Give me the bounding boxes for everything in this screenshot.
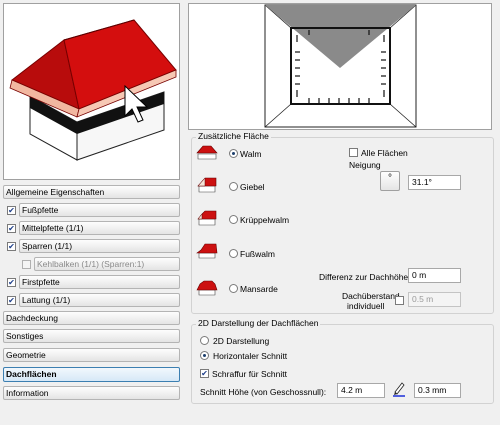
degree-unit-button[interactable]: ° bbox=[380, 171, 400, 191]
nav-lattung[interactable]: Lattung (1/1) bbox=[19, 293, 180, 307]
fusspfette-checkbox[interactable]: ✔ bbox=[7, 206, 16, 215]
fusswalm-label: Fußwalm bbox=[240, 249, 275, 259]
neigung-input[interactable]: 31.1° bbox=[408, 175, 461, 190]
kehlbalken-checkbox[interactable] bbox=[22, 260, 31, 269]
nav-dachdeckung[interactable]: Dachdeckung bbox=[3, 311, 180, 325]
ueberstand-label-1: Dachüberstand bbox=[342, 291, 400, 301]
ueberstand-input[interactable]: 0.5 m bbox=[408, 292, 461, 307]
differenz-label: Differenz zur Dachhöhe bbox=[319, 272, 409, 282]
mittelpfette-checkbox[interactable]: ✔ bbox=[7, 224, 16, 233]
schraffur-label: Schraffur für Schnitt bbox=[212, 369, 287, 379]
walm-roof-icon bbox=[196, 145, 218, 160]
zusaetzliche-flaeche-title: Zusätzliche Fläche bbox=[196, 131, 271, 141]
nav-allgemeine-eigenschaften[interactable]: Allgemeine Eigenschaften bbox=[3, 185, 180, 199]
lattung-checkbox[interactable]: ✔ bbox=[7, 296, 16, 305]
alle-flaechen-checkbox[interactable] bbox=[349, 148, 358, 157]
alle-flaechen-label: Alle Flächen bbox=[361, 148, 408, 158]
pen-icon[interactable] bbox=[392, 381, 406, 397]
krueppelwalm-radio[interactable] bbox=[229, 215, 238, 224]
horizontaler-schnitt-radio[interactable] bbox=[200, 351, 209, 360]
darstellung-title: 2D Darstellung der Dachflächen bbox=[196, 318, 321, 328]
neigung-label: Neigung bbox=[349, 160, 381, 170]
mansarde-label: Mansarde bbox=[240, 284, 278, 294]
nav-fusspfette[interactable]: Fußpfette bbox=[19, 203, 180, 217]
darstellung-2d-label: 2D Darstellung bbox=[213, 336, 270, 346]
nav-sparren[interactable]: Sparren (1/1) bbox=[19, 239, 180, 253]
nav-information[interactable]: Information bbox=[3, 386, 180, 400]
ueberstand-individuell-checkbox[interactable] bbox=[395, 296, 404, 305]
horizontaler-schnitt-label: Horizontaler Schnitt bbox=[213, 351, 288, 361]
fusswalm-roof-icon bbox=[196, 243, 218, 259]
mansarde-radio[interactable] bbox=[229, 284, 238, 293]
krueppelwalm-roof-icon bbox=[197, 210, 217, 226]
krueppelwalm-label: Krüppelwalm bbox=[240, 215, 290, 225]
nav-geometrie[interactable]: Geometrie bbox=[3, 348, 180, 362]
giebel-roof-icon bbox=[197, 177, 217, 193]
firstpfette-checkbox[interactable]: ✔ bbox=[7, 278, 16, 287]
mansarde-roof-icon bbox=[196, 280, 218, 296]
fusswalm-radio[interactable] bbox=[229, 249, 238, 258]
nav-kehlbalken[interactable]: Kehlbalken (1/1) (Sparren:1) bbox=[34, 257, 180, 271]
nav-dachflaechen[interactable]: Dachflächen bbox=[3, 367, 180, 382]
pen-thickness-input[interactable]: 0.3 mm bbox=[414, 383, 461, 398]
giebel-radio[interactable] bbox=[229, 182, 238, 191]
differenz-input[interactable]: 0 m bbox=[408, 268, 461, 283]
walm-label: Walm bbox=[240, 149, 262, 159]
nav-firstpfette[interactable]: Firstpfette bbox=[19, 275, 180, 289]
schraffur-checkbox[interactable]: ✔ bbox=[200, 369, 209, 378]
schnitt-hoehe-input[interactable]: 4.2 m bbox=[337, 383, 385, 398]
darstellung-2d-radio[interactable] bbox=[200, 336, 209, 345]
roof-3d-preview[interactable] bbox=[3, 3, 180, 180]
roof-plan-view[interactable] bbox=[188, 3, 492, 130]
walm-radio[interactable] bbox=[229, 149, 238, 158]
nav-sonstiges[interactable]: Sonstiges bbox=[3, 329, 180, 343]
nav-mittelpfette[interactable]: Mittelpfette (1/1) bbox=[19, 221, 180, 235]
giebel-label: Giebel bbox=[240, 182, 265, 192]
ueberstand-label-2: individuell bbox=[347, 301, 385, 311]
schnitt-hoehe-label: Schnitt Höhe (von Geschossnull): bbox=[200, 387, 327, 397]
sparren-checkbox[interactable]: ✔ bbox=[7, 242, 16, 251]
